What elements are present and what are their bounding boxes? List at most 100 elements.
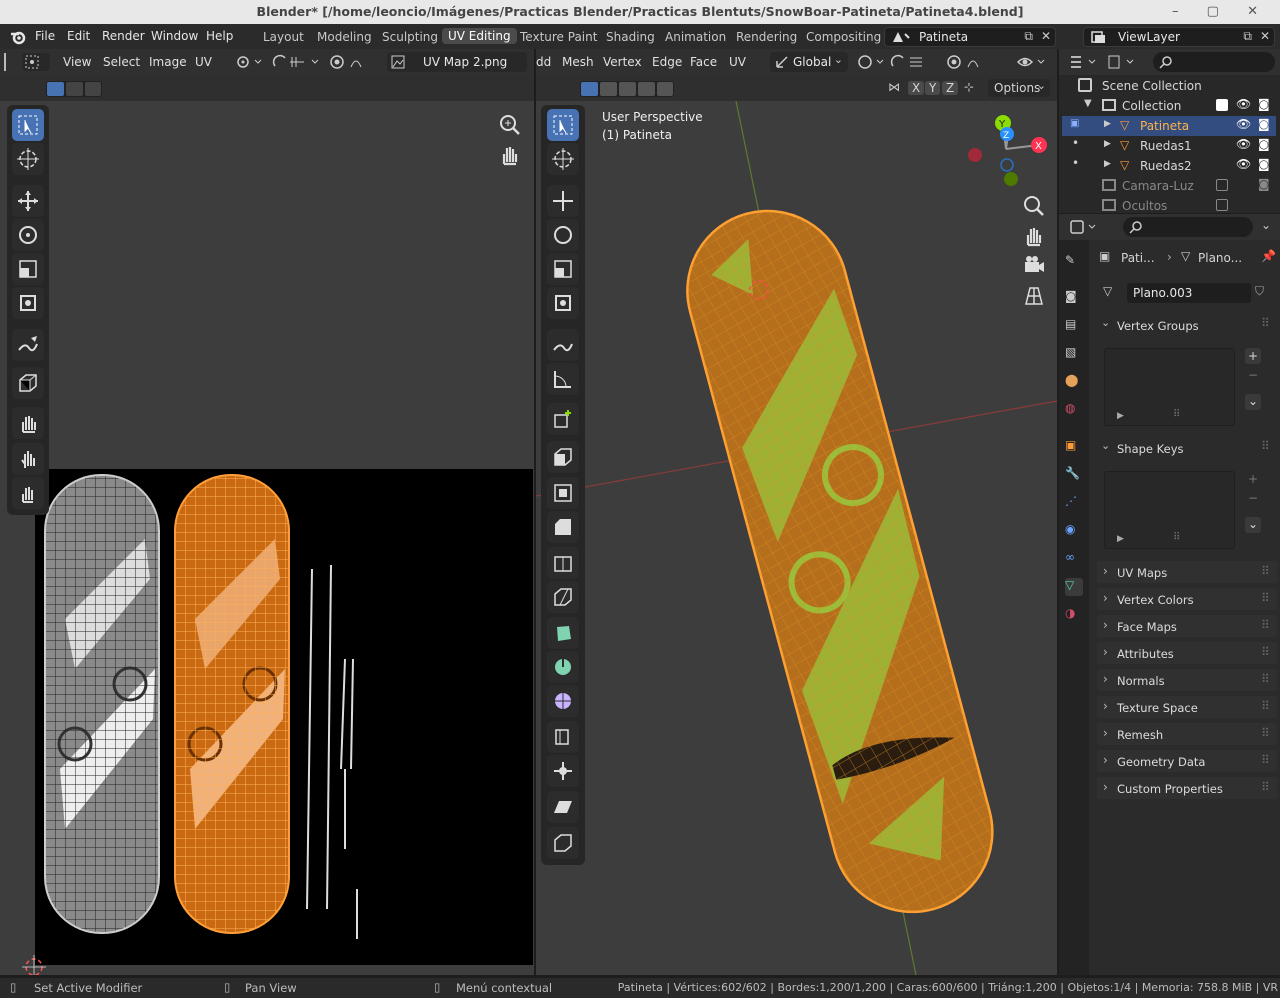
pivot-point-icon[interactable] [857,54,885,70]
scale-tool[interactable] [12,253,44,285]
select-mode-group[interactable] [580,81,674,97]
tab-animation[interactable]: Animation [665,30,726,44]
expand-arrow-icon[interactable]: ▶ [1117,411,1124,421]
modifiers-tab-icon[interactable]: 🔧 [1065,466,1083,484]
drag-handle-icon[interactable]: ⠿ [1261,564,1270,578]
outliner-collection[interactable]: ▼ Collection 👁 ◙ [1062,96,1276,116]
loop-cut-tool[interactable] [547,547,579,579]
vertex-group-specials-button[interactable]: ⌄ [1245,394,1261,410]
move-tool[interactable] [547,185,579,217]
include-checkbox[interactable] [1216,99,1228,111]
transform-tool[interactable] [12,287,44,319]
fake-user-shield-icon[interactable]: ⛉ [1255,284,1264,299]
cursor-tool[interactable] [12,143,44,175]
zoom-icon[interactable] [498,113,522,137]
menu-help[interactable]: Help [206,29,233,43]
material-tab-icon[interactable]: ◑ [1065,606,1083,624]
vertex-select-icon[interactable] [47,82,64,96]
pivot-icon[interactable] [236,54,264,70]
chevron-down-icon[interactable]: ⌄ [1261,218,1271,232]
physics-tab-icon[interactable]: ◉ [1065,522,1083,540]
snap-icon[interactable] [890,54,940,70]
scale-tool[interactable] [547,253,579,285]
drag-handle-icon[interactable]: ⠿ [1261,672,1270,686]
tab-layout[interactable]: Layout [263,30,304,44]
panel-face-maps[interactable]: › Face Maps ⠿ [1097,615,1277,637]
visibility-eye-icon[interactable]: 👁 [1236,157,1251,171]
editor-type-dropdown[interactable] [22,53,50,71]
expand-arrow-icon[interactable]: ▶ [1117,534,1124,544]
grab-tool[interactable] [12,407,44,439]
drag-handle-icon[interactable]: ⠿ [1261,780,1270,794]
tool-tab-icon[interactable]: ✎ [1065,253,1083,271]
select-extend-icon[interactable] [638,82,655,96]
menu-render[interactable]: Render [102,29,145,43]
viewport-menu-add[interactable]: dd [536,55,551,69]
rotate-tool[interactable] [12,219,44,251]
mirror-icon[interactable]: ⋈ [888,80,900,94]
tab-compositing[interactable]: Compositing [806,30,881,44]
perspective-toggle-icon[interactable] [1022,284,1046,308]
transform-orientation-dropdown[interactable]: Global ⌄ [770,52,848,72]
copy-view-layer-icon[interactable]: ⧉ [1243,29,1252,44]
sidebar-toggle-icon[interactable] [4,53,12,71]
uv-select-mode-group[interactable] [46,81,102,97]
knife-tool[interactable] [547,581,579,613]
rotate-tool[interactable] [547,219,579,251]
inset-faces-tool[interactable] [547,477,579,509]
drag-handle-icon[interactable]: ⠿ [1261,316,1270,330]
render-camera-icon[interactable]: ◙ [1258,137,1270,151]
cursor-tool[interactable] [547,143,579,175]
panel-vertex-colors[interactable]: › Vertex Colors ⠿ [1097,588,1277,610]
outliner-search-input[interactable] [1153,52,1275,72]
drag-handle-icon[interactable]: ⠿ [1261,726,1270,740]
menu-file[interactable]: File [35,29,55,43]
include-checkbox[interactable] [1216,179,1228,191]
uv-menu-uv[interactable]: UV [195,55,212,69]
zoom-icon[interactable] [1022,194,1046,218]
expand-arrow-icon[interactable]: ▶ [1104,159,1111,169]
panel-header-vertex-groups[interactable]: ⌄ Vertex Groups ⠿ [1097,315,1277,335]
render-camera-icon[interactable]: ◙ [1258,97,1270,111]
select-box-tool[interactable] [12,109,44,141]
window-controls[interactable]: – ▢ ✕ [1172,0,1270,24]
relax-tool[interactable] [12,443,44,475]
vertex-groups-list[interactable]: ▶ ⠿ [1104,348,1235,426]
expand-arrow-icon[interactable]: ▶ [1104,119,1111,129]
select-intersect-icon[interactable] [657,82,673,96]
add-shape-key-button[interactable]: + [1245,471,1261,487]
spin-tool[interactable] [547,651,579,683]
edge-select-icon[interactable] [66,82,83,96]
3d-viewport[interactable]: dd Mesh Vertex Edge Face UV Global ⌄ ⋈ X… [536,49,1057,975]
uv-image-canvas[interactable] [35,469,533,965]
view-layer-tab-icon[interactable]: ▧ [1065,345,1083,363]
drag-handle-icon[interactable]: ⠿ [1261,753,1270,767]
extrude-tool[interactable] [547,441,579,473]
proportional-editing-icon[interactable] [946,54,982,70]
uv-menu-image[interactable]: Image [149,55,187,69]
pan-icon[interactable] [498,143,522,167]
tab-uv-editing[interactable]: UV Editing [442,28,517,44]
viewport-menu-face[interactable]: Face [690,55,717,69]
render-camera-icon[interactable]: ◙ [1258,177,1270,191]
pin-icon[interactable]: 📌 [1261,249,1276,263]
shear-tool[interactable] [547,791,579,823]
uv-editor[interactable]: View Select Image UV UV Map 2.png [0,49,534,975]
copy-scene-icon[interactable]: ⧉ [1024,29,1033,44]
render-tab-icon[interactable]: ◙ [1065,289,1083,307]
annotate-tool[interactable] [12,329,44,361]
panel-normals[interactable]: › Normals ⠿ [1097,669,1277,691]
tab-shading[interactable]: Shading [606,30,655,44]
overlays-icon[interactable] [1016,54,1050,70]
shape-key-specials-button[interactable]: ⌄ [1245,517,1261,533]
resize-handle-icon[interactable]: ⠿ [1173,532,1180,543]
mesh-data-tab-icon[interactable]: ▽ [1065,578,1083,596]
pinch-tool[interactable] [12,477,44,509]
edit-mode-icon[interactable]: ▣ [1070,118,1079,129]
shrink-fatten-tool[interactable] [547,755,579,787]
select-box-tool[interactable] [547,109,579,141]
object-tab-icon[interactable]: ▣ [1065,438,1083,456]
image-selector[interactable]: UV Map 2.png [387,52,527,72]
panel-custom-properties[interactable]: › Custom Properties ⠿ [1097,777,1277,799]
transform-tool[interactable] [547,287,579,319]
